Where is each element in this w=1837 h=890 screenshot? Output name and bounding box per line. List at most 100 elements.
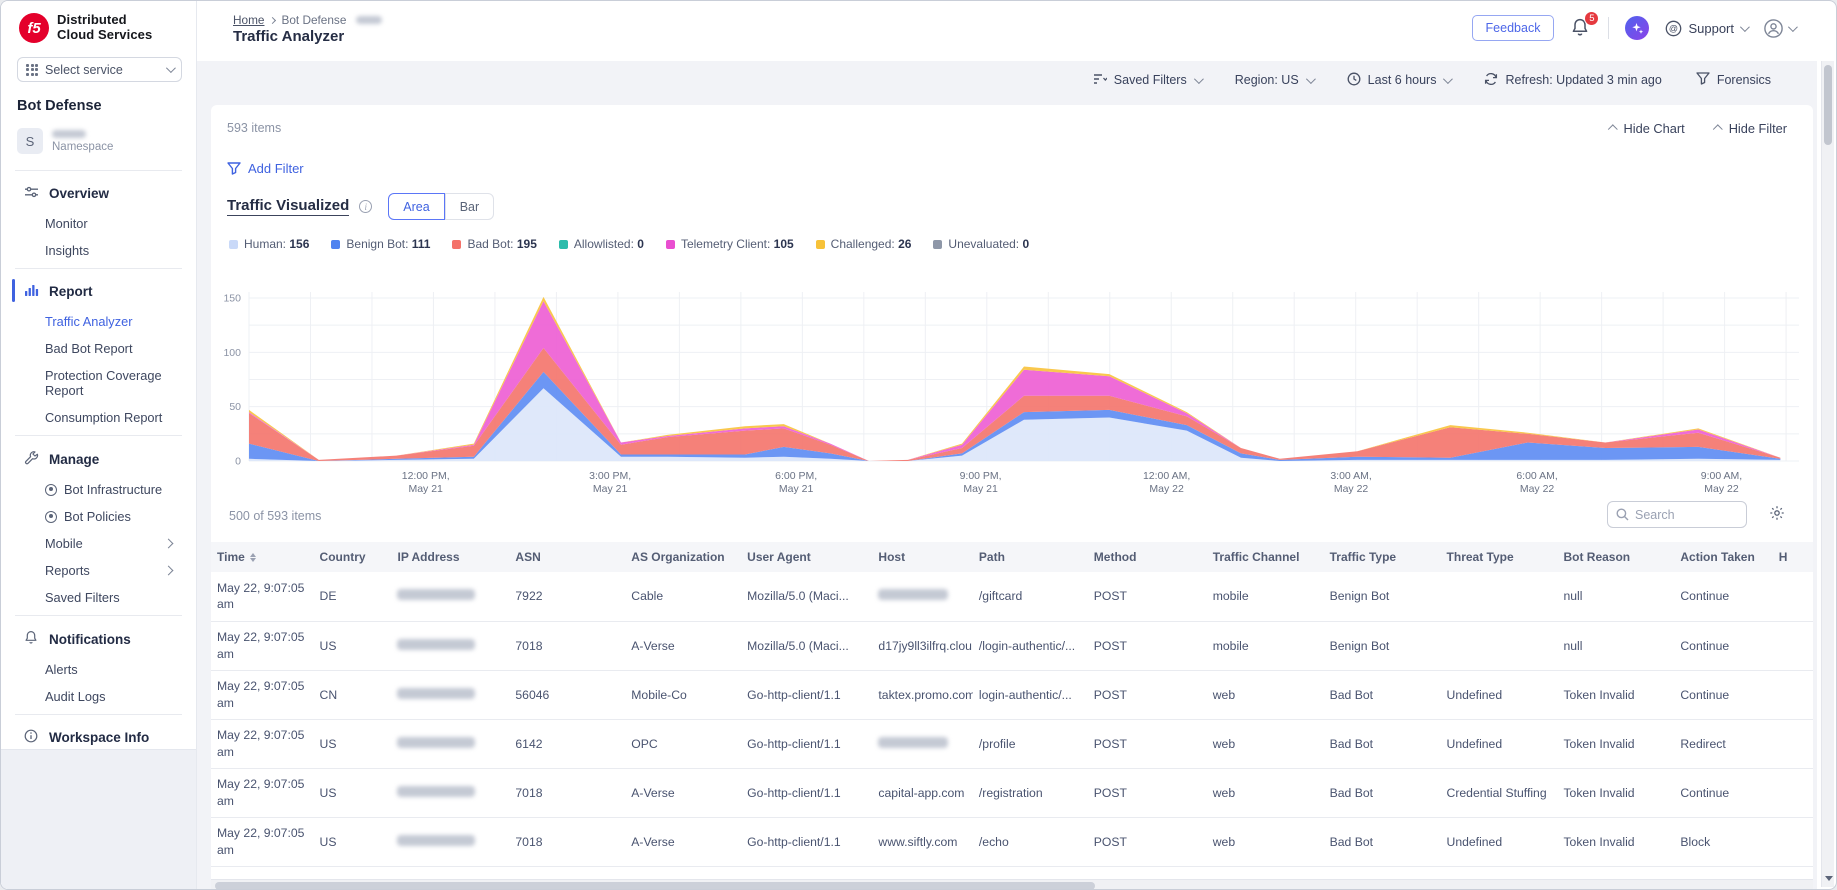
filter-last-6-hours[interactable]: Last 6 hours — [1347, 72, 1454, 89]
legend-swatch — [452, 239, 462, 249]
table-cell: www.siftly.com — [872, 817, 973, 867]
report-icon — [23, 283, 39, 300]
scroll-down-arrow-icon[interactable] — [1825, 876, 1833, 881]
sidebar-item-traffic-analyzer[interactable]: Traffic Analyzer — [1, 308, 196, 335]
filter-forensics[interactable]: Forensics — [1696, 72, 1771, 88]
sidebar-item-reports[interactable]: Reports — [1, 557, 196, 584]
legend-swatch — [933, 239, 943, 249]
table-search[interactable] — [1607, 501, 1747, 528]
search-input[interactable] — [1635, 507, 1735, 522]
chart-toggle-bar[interactable]: Bar — [444, 193, 495, 220]
sidebar-item-bot-policies[interactable]: Bot Policies — [1, 503, 196, 530]
column-header-traffic-type[interactable]: Traffic Type — [1323, 542, 1441, 572]
table-cell — [872, 572, 973, 622]
add-filter-button[interactable]: Add Filter — [227, 161, 304, 176]
sidebar-item-saved-filters[interactable]: Saved Filters — [1, 584, 196, 611]
horizontal-scrollbar[interactable] — [211, 879, 1813, 889]
vertical-scrollbar[interactable] — [1821, 61, 1834, 887]
table-row[interactable]: May 22, 9:07:05 am CN 56046 Mobile-Co Go-htt… — [211, 670, 1813, 720]
chevron-up-icon — [1607, 124, 1618, 135]
sort-icon[interactable] — [249, 553, 256, 563]
hide-chart-button[interactable]: Hide Chart — [1607, 121, 1685, 136]
ai-assistant-button[interactable] — [1625, 16, 1650, 40]
support-menu[interactable]: @ Support — [1665, 20, 1750, 37]
sidebar-item-label: Bad Bot Report — [45, 341, 133, 356]
table-cell: POST — [1087, 572, 1207, 622]
chart-toggle-area[interactable]: Area — [388, 193, 445, 220]
table-row[interactable]: May 22, 9:07:05 am US 7018 A-Verse Go-http-c… — [211, 768, 1813, 818]
sidebar-item-monitor[interactable]: Monitor — [1, 210, 196, 237]
filter-refresh-updated-3-min-ago[interactable]: Refresh: Updated 3 min ago — [1484, 72, 1662, 89]
column-header-h[interactable]: H — [1772, 542, 1813, 572]
sidebar-group-label: Report — [49, 284, 93, 299]
sidebar-group-label: Notifications — [49, 631, 131, 647]
vertical-scroll-thumb[interactable] — [1824, 65, 1832, 145]
legend-item-bad-bot[interactable]: Bad Bot: 195 — [452, 237, 537, 251]
table-cell: /login-authentic/... — [972, 621, 1088, 671]
table-row-partial[interactable] — [211, 866, 1813, 878]
table-cell: Mozilla/5.0 (Maci... — [741, 621, 873, 671]
sidebar-item-protection-coverage-report[interactable]: Protection Coverage Report — [1, 362, 196, 404]
column-header-time[interactable]: Time — [211, 542, 314, 572]
user-avatar-icon — [1764, 18, 1783, 38]
column-header-threat-type[interactable]: Threat Type — [1440, 542, 1558, 572]
legend-item-human[interactable]: Human: 156 — [229, 237, 309, 251]
legend-item-challenged[interactable]: Challenged: 26 — [815, 237, 911, 251]
hide-filter-button[interactable]: Hide Filter — [1712, 121, 1787, 136]
table-cell: POST — [1087, 817, 1207, 867]
sidebar-item-audit-logs[interactable]: Audit Logs — [1, 683, 196, 710]
traffic-chart[interactable]: 0 50 100 150 12:00 PM, May 21 3:00 PM, May 21 6:… — [217, 281, 1809, 503]
legend-item-allowlisted[interactable]: Allowlisted: 0 — [558, 237, 644, 251]
column-header-bot-reason[interactable]: Bot Reason — [1557, 542, 1675, 572]
table-row[interactable]: May 22, 9:07:05 am US 6142 OPC Go-http-clien… — [211, 719, 1813, 769]
sidebar-item-alerts[interactable]: Alerts — [1, 656, 196, 683]
legend-item-benign-bot[interactable]: Benign Bot: 111 — [331, 237, 430, 251]
svg-text:@: @ — [1669, 23, 1678, 33]
clock-icon — [1347, 72, 1361, 89]
namespace-selector[interactable]: S Namespace — [1, 120, 196, 166]
horizontal-scroll-thumb[interactable] — [215, 882, 1095, 889]
filter-region-us[interactable]: Region: US — [1235, 73, 1316, 87]
table-cell — [1440, 572, 1558, 622]
column-header-as-organization[interactable]: AS Organization — [625, 542, 742, 572]
table-cell: May 22, 9:07:05 am — [211, 719, 314, 769]
column-header-host[interactable]: Host — [872, 542, 973, 572]
sidebar-group-manage[interactable]: Manage — [1, 440, 196, 476]
content-panel: 593 items Hide Chart Hide Filter Add Fil… — [211, 105, 1813, 889]
sidebar-item-mobile[interactable]: Mobile — [1, 530, 196, 557]
chevron-down-icon — [1305, 73, 1316, 84]
sidebar-group-notifications[interactable]: Notifications — [1, 620, 196, 656]
column-header-ip-address[interactable]: IP Address — [391, 542, 510, 572]
column-header-action-taken[interactable]: Action Taken — [1674, 542, 1773, 572]
account-menu[interactable] — [1763, 18, 1798, 39]
sidebar-item-label: Traffic Analyzer — [45, 314, 133, 329]
feedback-button[interactable]: Feedback — [1471, 15, 1555, 41]
table-row[interactable]: May 22, 9:07:05 am US 7018 A-Verse Go-http-c… — [211, 817, 1813, 867]
breadcrumb-home-link[interactable]: Home — [233, 13, 264, 27]
legend-item-telemetry-client[interactable]: Telemetry Client: 105 — [665, 237, 794, 251]
table-cell: /registration — [972, 768, 1088, 818]
divider — [15, 714, 182, 715]
column-header-method[interactable]: Method — [1087, 542, 1207, 572]
table-row[interactable]: May 22, 9:07:05 am US 7018 A-Verse Mozilla/5… — [211, 621, 1813, 671]
notifications-bell-button[interactable]: 5 — [1570, 11, 1600, 39]
sidebar-item-bad-bot-report[interactable]: Bad Bot Report — [1, 335, 196, 362]
column-header-traffic-channel[interactable]: Traffic Channel — [1206, 542, 1324, 572]
select-service-dropdown[interactable]: Select service — [17, 57, 182, 82]
legend-item-unevaluated[interactable]: Unevaluated: 0 — [933, 237, 1029, 251]
sidebar-group-overview[interactable]: Overview — [1, 175, 196, 210]
table-row[interactable]: May 22, 9:07:05 am DE 7922 Cable Mozilla/5.0… — [211, 572, 1813, 622]
table-settings-button[interactable] — [1769, 505, 1785, 526]
table-cell — [1557, 866, 1675, 878]
column-header-country[interactable]: Country — [313, 542, 392, 572]
sidebar-item-bot-infrastructure[interactable]: Bot Infrastructure — [1, 476, 196, 503]
column-header-path[interactable]: Path — [972, 542, 1088, 572]
sidebar-group-report[interactable]: Report — [1, 273, 196, 308]
brand-line1: Distributed — [57, 12, 127, 28]
filter-saved-filters[interactable]: Saved Filters — [1093, 73, 1204, 88]
sidebar-item-insights[interactable]: Insights — [1, 237, 196, 264]
column-header-asn[interactable]: ASN — [509, 542, 626, 572]
column-header-user-agent[interactable]: User Agent — [741, 542, 873, 572]
sidebar-item-consumption-report[interactable]: Consumption Report — [1, 404, 196, 431]
table-cell: US — [313, 768, 392, 818]
